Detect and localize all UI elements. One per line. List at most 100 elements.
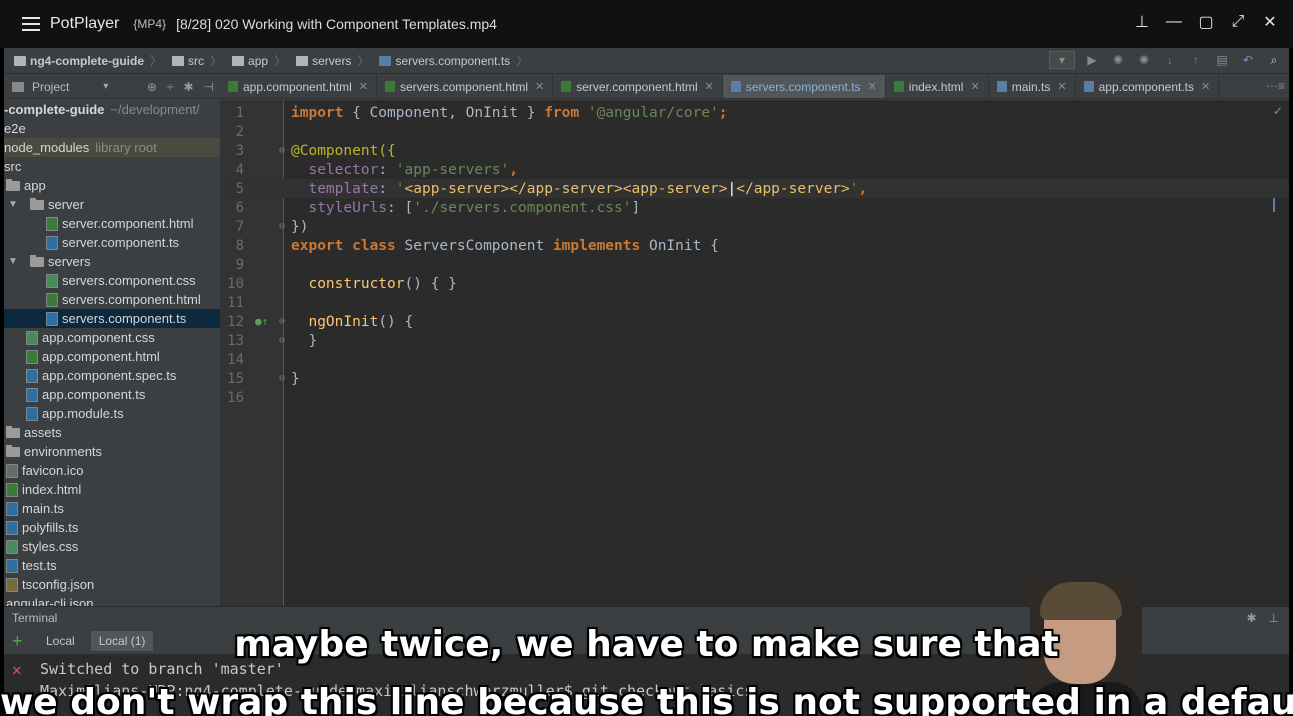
close-icon[interactable]: ✕ [1057, 80, 1066, 93]
fold-icon[interactable]: ⊖ [279, 316, 285, 327]
run-config-dropdown[interactable]: ▾ [1049, 51, 1075, 69]
tree-file[interactable]: favicon.ico [6, 461, 83, 480]
fold-icon[interactable]: ⊖ [279, 373, 285, 384]
revert-icon[interactable]: ↶ [1239, 51, 1257, 69]
tree-item[interactable]: node_modules library root [4, 138, 220, 157]
code-line: 1 import { Component, OnInit } from '@ang… [235, 104, 728, 121]
folder-icon [6, 444, 20, 457]
tree-file[interactable]: server.component.ts [46, 233, 179, 252]
tree-file[interactable]: servers.component.css [46, 271, 196, 290]
run-icon[interactable]: ▶ [1083, 51, 1101, 69]
css-file-icon [6, 539, 18, 554]
hide-icon[interactable]: ⊣ [204, 80, 214, 94]
tree-file[interactable]: main.ts [6, 499, 64, 518]
code-line: 10 constructor() { } [227, 275, 457, 292]
code-editor[interactable]: ✓ 1 import { Component, OnInit } from '@a… [220, 100, 1289, 606]
history-icon[interactable]: ▤ [1213, 51, 1231, 69]
code-line: 13 ⊖ } [227, 332, 318, 349]
tree-file-selected[interactable]: servers.component.ts [4, 309, 220, 328]
close-icon[interactable]: ✕ [359, 80, 368, 93]
tree-folder[interactable]: app [6, 176, 46, 195]
html-file-icon [561, 81, 572, 92]
implements-icon[interactable]: ●↑ [255, 315, 268, 328]
breadcrumb-item[interactable]: servers 〉 [296, 52, 369, 69]
tree-file[interactable]: app.component.html [26, 347, 160, 366]
project-panel-header: Project ▾ ⊕ ÷ ✱ ⊣ [4, 75, 220, 99]
project-label[interactable]: Project [32, 80, 69, 94]
tree-file[interactable]: app.module.ts [26, 404, 124, 423]
locate-icon[interactable]: ⊕ [147, 80, 157, 94]
tree-file[interactable]: servers.component.html [46, 290, 201, 309]
vcs-update-icon[interactable]: ↓ [1161, 51, 1179, 69]
coverage-icon[interactable]: ✺ [1135, 51, 1153, 69]
tree-file[interactable]: app.component.spec.ts [26, 366, 176, 385]
vcs-commit-icon[interactable]: ↑ [1187, 51, 1205, 69]
fold-icon[interactable]: ⊖ [279, 221, 285, 232]
close-icon[interactable]: ✕ [535, 80, 544, 93]
tab-app-component-ts[interactable]: app.component.ts ✕ [1076, 75, 1220, 98]
hide-icon[interactable]: ⊥ [1269, 611, 1279, 625]
tree-file[interactable]: styles.css [6, 537, 78, 556]
tree-folder[interactable]: assets [6, 423, 62, 442]
tree-file[interactable]: index.html [6, 480, 81, 499]
fullscreen-icon[interactable]: ⤢ [1229, 12, 1247, 32]
chevron-down-icon[interactable]: ▾ [103, 81, 108, 92]
tab-servers-component-ts[interactable]: servers.component.ts ✕ [722, 75, 886, 98]
ico-file-icon [6, 463, 18, 478]
tab-app-component-html[interactable]: app.component.html ✕ [220, 75, 377, 98]
tree-file[interactable]: app.component.ts [26, 385, 145, 404]
file-title: [8/28] 020 Working with Component Templa… [176, 16, 497, 32]
debug-icon[interactable]: ✺ [1109, 51, 1127, 69]
tab-server-component-html[interactable]: server.component.html ✕ [553, 75, 723, 98]
tab-main-ts[interactable]: main.ts ✕ [989, 75, 1076, 98]
fold-icon[interactable]: ⊖ [279, 145, 285, 156]
tree-item[interactable]: -complete-guide ~/development/ [4, 100, 200, 119]
ts-file-icon [46, 311, 58, 326]
close-icon[interactable]: ✕ [705, 80, 714, 93]
breadcrumb-item[interactable]: ng4-complete-guide 〉 [14, 52, 162, 69]
tree-file[interactable]: tsconfig.json [6, 575, 94, 594]
ts-file-icon [6, 558, 18, 573]
tree-file[interactable]: server.component.html [46, 214, 194, 233]
html-file-icon [26, 349, 38, 364]
tab-index-html[interactable]: index.html ✕ [886, 75, 989, 98]
tree-file[interactable]: polyfills.ts [6, 518, 78, 537]
minimize-icon[interactable]: — [1165, 12, 1183, 32]
tree-file[interactable]: angular-cli.json [6, 594, 93, 606]
player-titlebar: PotPlayer {MP4} [8/28] 020 Working with … [0, 0, 1293, 48]
pin-icon[interactable]: ⊥ [1133, 12, 1151, 32]
maximize-icon[interactable]: ▢ [1197, 12, 1215, 32]
code-line: 8 export class ServersComponent implement… [235, 237, 719, 254]
tab-list-icon[interactable]: ⋯≡ [1266, 79, 1285, 93]
tree-item[interactable]: src [4, 157, 21, 176]
tree-file[interactable]: test.ts [6, 556, 57, 575]
code-line-current: 5 template: '<app-server></app-server><a… [220, 179, 1289, 198]
gear-icon[interactable]: ✱ [183, 80, 193, 94]
close-icon[interactable]: ✕ [1201, 80, 1210, 93]
search-icon[interactable]: ⌕ [1265, 51, 1283, 69]
tree-folder[interactable]: ▼ servers [8, 252, 91, 271]
tree-folder[interactable]: environments [6, 442, 102, 461]
tree-folder[interactable]: ▼ server [8, 195, 84, 214]
ts-file-icon [996, 81, 1007, 92]
close-icon[interactable]: ✕ [868, 80, 877, 93]
tree-file[interactable]: app.component.css [26, 328, 155, 347]
collapse-icon[interactable]: ÷ [167, 80, 174, 94]
code-line: 7 ⊖}) [235, 218, 309, 235]
html-file-icon [893, 81, 904, 92]
tab-servers-component-html[interactable]: servers.component.html ✕ [377, 75, 554, 98]
html-file-icon [384, 81, 395, 92]
code-line: 15 ⊖} [227, 370, 300, 387]
close-icon[interactable]: ✕ [970, 80, 979, 93]
breadcrumb-item[interactable]: src 〉 [172, 52, 222, 69]
gear-icon[interactable]: ✱ [1246, 611, 1256, 625]
menu-icon[interactable] [22, 17, 40, 31]
close-icon[interactable]: ✕ [1261, 12, 1279, 32]
breadcrumb-item[interactable]: servers.component.ts 〉 [379, 52, 528, 69]
fold-icon[interactable]: ⊖ [279, 335, 285, 346]
chevron-down-icon[interactable]: ▼ [8, 199, 18, 210]
subtitle-line: maybe twice, we have to make sure that [234, 624, 1059, 665]
breadcrumb-item[interactable]: app 〉 [232, 52, 286, 69]
tree-item[interactable]: e2e [4, 119, 26, 138]
chevron-down-icon[interactable]: ▼ [8, 256, 18, 267]
